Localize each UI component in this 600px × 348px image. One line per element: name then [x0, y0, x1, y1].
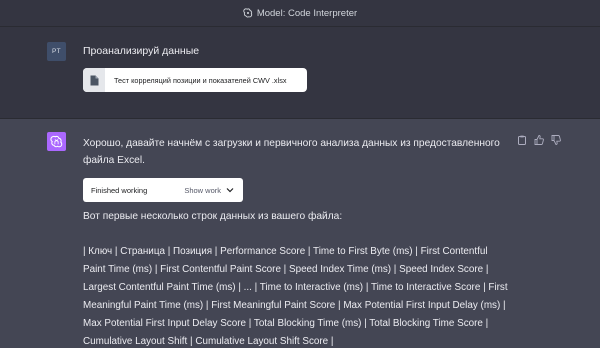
- user-message: PT Проанализируй данные Тест корреляций …: [0, 27, 600, 119]
- model-label[interactable]: Model: Code Interpreter: [257, 8, 357, 19]
- openai-logo-icon: [50, 135, 63, 148]
- table-header-text: | Ключ | Страница | Позиция | Performanc…: [83, 246, 508, 348]
- clipboard-icon[interactable]: [517, 135, 527, 145]
- user-avatar: PT: [47, 42, 66, 61]
- show-work-label: Show work: [184, 185, 221, 195]
- assistant-message: Хорошо, давайте начнём с загрузки и перв…: [0, 119, 600, 348]
- user-message-text: Проанализируй данные: [83, 45, 200, 57]
- top-bar: Model: Code Interpreter: [0, 0, 600, 27]
- file-attachment[interactable]: Тест корреляций позиции и показателей CW…: [83, 68, 307, 92]
- openai-logo-icon: [243, 8, 253, 18]
- assistant-avatar: [47, 132, 66, 151]
- message-actions: [517, 135, 561, 145]
- assistant-reply-text: Хорошо, давайте начнём с загрузки и перв…: [83, 138, 500, 166]
- attachment-filename: Тест корреляций позиции и показателей CW…: [114, 75, 287, 85]
- thumbs-up-icon[interactable]: [534, 135, 544, 145]
- intro-text: Вот первые несколько строк данных из ваш…: [83, 211, 343, 222]
- chevron-down-icon: [226, 187, 234, 193]
- show-work-toggle[interactable]: Show work: [184, 186, 234, 195]
- document-icon: [83, 68, 105, 92]
- working-status-label: Finished working: [91, 185, 148, 195]
- thumbs-down-icon[interactable]: [551, 135, 561, 145]
- working-status-box: Finished working Show work: [83, 178, 243, 202]
